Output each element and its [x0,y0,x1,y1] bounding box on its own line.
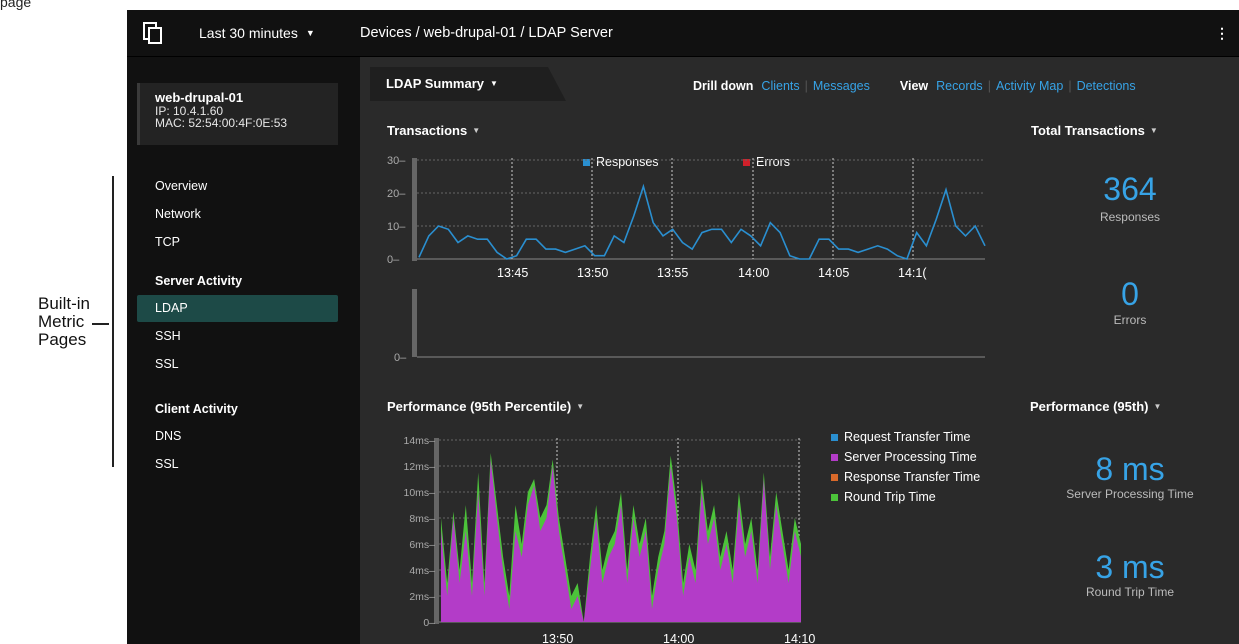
breadcrumb: Devices / web-drupal-01 / LDAP Server [360,25,613,41]
drill-link-messages[interactable]: Messages [813,79,870,93]
drill-view-links: Drill down Clients | Messages View Records | Ac… [693,79,1136,93]
server-processing-value: 8 ms [1095,451,1165,487]
page-heading-fragment: page [0,0,32,10]
performance-side-title-text: Performance (95th) [1030,399,1149,414]
y-tick-label: 20– [387,188,406,200]
chevron-down-icon: ▼ [305,28,315,38]
errors-y-tick-label: 0– [394,352,407,364]
legend-swatch-response-transfer [831,474,838,481]
annotation-connector [92,323,109,325]
y-axis-bar [412,158,417,261]
performance-side-title[interactable]: Performance (95th) ▼ [1030,399,1161,414]
round-trip-value: 3 ms [1095,549,1165,585]
legend-swatch-round-trip [831,494,838,501]
legend-swatch-server-processing [831,454,838,461]
errors-y-axis-bar [412,289,417,357]
server-processing-label: Server Processing Time [1066,487,1194,501]
drill-down-label: Drill down [693,79,754,93]
legend-label-server-processing: Server Processing Time [844,450,977,464]
responses-total-value: 364 [1103,171,1157,207]
x-tick-label: 14:1( [898,266,927,280]
sidebar-item-ssl-server[interactable]: SSL [137,351,338,378]
sidebar-heading-client-activity: Client Activity [155,402,238,416]
sidebar-item-tcp[interactable]: TCP [137,229,338,256]
chevron-down-icon: ▼ [1153,402,1162,411]
chevron-down-icon: ▼ [490,79,498,88]
annotation-line: Built-in [38,294,90,313]
y-tick-label: 30– [387,155,406,167]
responses-series-line [418,183,986,261]
app-window: Last 30 minutes ▼ Devices / web-drupal-01… [127,10,1239,644]
drill-link-clients[interactable]: Clients [761,79,799,93]
errors-total-value: 0 [1121,276,1139,312]
view-link-detections[interactable]: Detections [1077,79,1136,93]
annotation-line: Pages [38,330,87,349]
sidebar: web-drupal-01 IP: 10.4.1.60 MAC: 52:54:0… [127,57,360,644]
x-tick-label: 13:55 [657,266,688,280]
x-tick-label: 13:50 [577,266,608,280]
sidebar-item-dns[interactable]: DNS [137,423,338,450]
total-title-text: Total Transactions [1031,123,1145,138]
sidebar-heading-server-activity: Server Activity [155,274,243,288]
view-link-records[interactable]: Records [936,79,983,93]
perf-y-tick-label: 0– [423,617,435,629]
sidebar-item-ssh[interactable]: SSH [137,323,338,350]
main-panel: LDAP Summary ▼ Drill down Clients | Messages… [360,57,1239,644]
view-link-activity-map[interactable]: Activity Map [996,79,1063,93]
view-label: View [899,79,929,93]
perf-y-tick-label: 8ms– [409,513,435,525]
tab-label: LDAP Summary [386,76,485,91]
sidebar-item-overview[interactable]: Overview [137,173,338,200]
perf-y-tick-label: 2ms– [409,591,435,603]
time-range-label: Last 30 minutes [199,25,298,41]
legend-swatch-request-transfer [831,434,838,441]
tab-ldap-summary[interactable]: LDAP Summary ▼ [370,67,566,101]
device-card: web-drupal-01 IP: 10.4.1.60 MAC: 52:54:0… [137,83,338,145]
sidebar-item-ldap[interactable]: LDAP [137,295,338,322]
pages-logo-icon[interactable] [143,22,163,44]
perf-x-tick-label: 13:50 [542,632,573,644]
errors-total-label: Errors [1113,313,1147,327]
chevron-down-icon: ▼ [472,126,481,135]
x-tick-label: 14:00 [738,266,769,280]
perf-y-tick-label: 6ms– [409,539,435,551]
page: page Built-in Metric Pages Last 30 minut… [0,0,1239,644]
perf-y-tick-label: 12ms– [403,461,435,473]
legend-label-round-trip: Round Trip Time [844,490,936,504]
device-mac: MAC: 52:54:00:4F:0E:53 [155,116,288,130]
sidebar-item-network[interactable]: Network [137,201,338,228]
performance-legend: Request Transfer Time Server Processing … [831,430,980,504]
legend-label-responses: Responses [596,155,659,169]
x-tick-label: 14:05 [818,266,849,280]
perf-y-tick-label: 14ms– [403,435,435,447]
perf-y-tick-label: 10ms– [403,487,435,499]
legend-label-errors: Errors [756,155,790,169]
annotation-bracket [112,176,114,467]
device-name: web-drupal-01 [155,90,244,105]
y-tick-label: 10– [387,221,406,233]
total-transactions-title[interactable]: Total Transactions ▼ [1031,123,1158,138]
transactions-title-text: Transactions [387,123,468,138]
chevron-down-icon: ▼ [1149,126,1158,135]
round-trip-label: Round Trip Time [1085,585,1175,599]
responses-total-label: Responses [1099,210,1161,224]
perf-y-tick-label: 4ms– [409,565,435,577]
sidebar-item-ssl-client[interactable]: SSL [137,451,338,478]
more-options-icon[interactable]: ⋮ [1215,25,1229,42]
annotation-label: Built-in Metric Pages [38,295,90,349]
performance-chart: 0– 2ms– 4ms– 6ms– 8ms– 10ms– 12ms– 14ms– 13:50 14… [403,430,980,644]
legend-label-request-transfer: Request Transfer Time [844,430,970,444]
annotation-line: Metric [38,312,85,331]
y-tick-label: 0– [387,254,400,266]
top-bar: Last 30 minutes ▼ Devices / web-drupal-01… [127,10,1239,57]
chevron-down-icon: ▼ [576,402,585,411]
perf-x-tick-label: 14:10 [784,632,815,644]
time-range-selector[interactable]: Last 30 minutes ▼ [199,25,315,41]
transactions-chart-title[interactable]: Transactions ▼ [387,123,480,138]
x-tick-label: 13:45 [497,266,528,280]
legend-label-response-transfer: Response Transfer Time [844,470,980,484]
perf-x-tick-label: 14:00 [663,632,694,644]
